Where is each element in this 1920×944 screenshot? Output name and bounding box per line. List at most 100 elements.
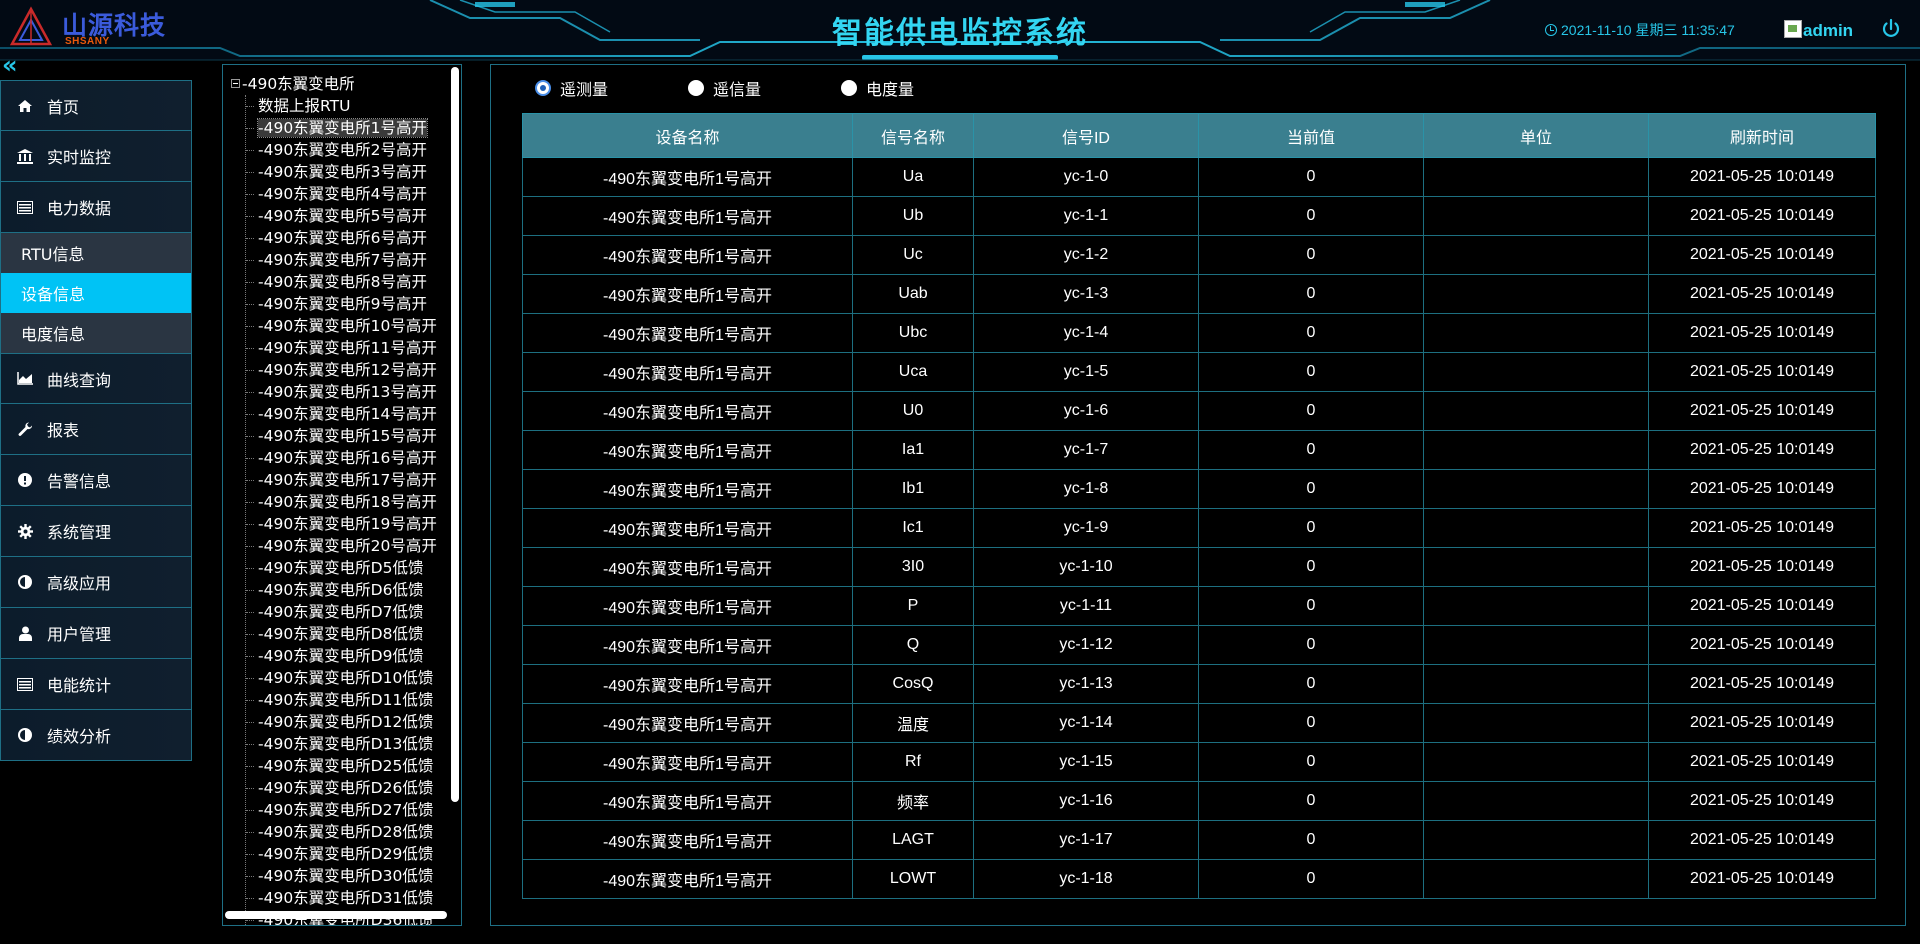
table-row[interactable]: -490东翼变电所1号高开 LOWT yc-1-18 0 2021-05-25 10:0… [522, 859, 1876, 899]
tree-node[interactable]: -490东翼变电所5号高开 [246, 205, 437, 227]
tree-node[interactable]: -490东翼变电所D5低馈 [246, 557, 437, 579]
unit-cell [1423, 625, 1649, 665]
tree-node[interactable]: -490东翼变电所12号高开 [246, 359, 437, 381]
sidebar-item-system[interactable]: 系统管理 [0, 506, 192, 557]
sidebar-item-energy-stats[interactable]: 电能统计 [0, 659, 192, 710]
tree-node[interactable]: -490东翼变电所D28低馈 [246, 821, 437, 843]
sidebar-subitem-device[interactable]: 设备信息 [0, 273, 192, 313]
unit-cell [1423, 430, 1649, 470]
table-row[interactable]: -490东翼变电所1号高开 Qyc-1-12 0 2021-05-25 10:0149 [522, 625, 1876, 665]
tree-node[interactable]: -490东翼变电所D29低馈 [246, 843, 437, 865]
tree-horizontal-scrollbar[interactable] [225, 911, 447, 919]
collapse-sidebar-button[interactable]: « [2, 53, 28, 77]
tree-node[interactable]: -490东翼变电所D7低馈 [246, 601, 437, 623]
table-row[interactable]: -490东翼变电所1号高开 Ua yc-1-0 0 2021-05-25 10:0149 [522, 157, 1876, 197]
current-value-cell: 0 [1198, 430, 1424, 470]
column-header-signal-name: 信号名称 [852, 113, 974, 158]
tree-node[interactable]: -490东翼变电所D12低馈 [246, 711, 437, 733]
table-row[interactable]: -490东翼变电所1号高开 Ubc yc-1-4 0 2021-05-25 10:014… [522, 313, 1876, 353]
table-row[interactable]: -490东翼变电所1号高开 Uca yc-1-5 0 2021-05-25 10:014… [522, 352, 1876, 392]
sidebar-subitem-rtu[interactable]: RTU信息 [0, 233, 192, 273]
device-name-cell: -490东翼变电所1号高开 [522, 313, 853, 353]
signal-name-cell: Uab [852, 274, 974, 314]
tree-node-label: -490东翼变电所D10低馈 [258, 669, 434, 687]
table-row[interactable]: -490东翼变电所1号高开 3I0 yc-1-10 0 2021-05-25 10:01… [522, 547, 1876, 587]
table-row[interactable]: -490东翼变电所1号高开 CosQ yc-1-13 0 2021-05-25 10:0… [522, 664, 1876, 704]
tree-node[interactable]: -490东翼变电所D9低馈 [246, 645, 437, 667]
table-row[interactable]: -490东翼变电所1号高开 LAGT yc-1-17 0 2021-05-25 10:0… [522, 820, 1876, 860]
radio-indicator[interactable] [688, 80, 705, 96]
table-row[interactable]: -490东翼变电所1号高开 Ia1 yc-1-7 0 2021-05-25 10:014… [522, 430, 1876, 470]
tree-node[interactable]: -490东翼变电所D10低馈 [246, 667, 437, 689]
tree-node[interactable]: -490东翼变电所2号高开 [246, 139, 437, 161]
tree-vertical-scrollbar[interactable] [451, 67, 459, 802]
table-row[interactable]: -490东翼变电所1号高开 Uc yc-1-2 0 2021-05-25 10:0149 [522, 235, 1876, 275]
collapse-toggle-icon[interactable] [231, 79, 240, 88]
signal-id-cell: yc-1-16 [973, 781, 1199, 821]
tree-node[interactable]: -490东翼变电所D6低馈 [246, 579, 437, 601]
refresh-time-cell: 2021-05-25 10:0149 [1648, 157, 1876, 197]
tree-node[interactable]: -490东翼变电所D30低馈 [246, 865, 437, 887]
radio-indicator[interactable] [535, 80, 551, 96]
sidebar-item-alarm[interactable]: 告警信息 [0, 455, 192, 506]
radio-indicator[interactable] [841, 80, 858, 96]
tree-node[interactable]: -490东翼变电所9号高开 [246, 293, 437, 315]
unit-cell [1423, 664, 1649, 704]
tree-node[interactable]: -490东翼变电所17号高开 [246, 469, 437, 491]
tree-node[interactable]: -490东翼变电所D25低馈 [246, 755, 437, 777]
table-row[interactable]: -490东翼变电所1号高开 Ic1 yc-1-9 0 2021-05-25 10:014… [522, 508, 1876, 548]
sidebar-item-curve[interactable]: 曲线查询 [0, 353, 192, 404]
table-row[interactable]: -490东翼变电所1号高开 温度 yc-1-14 0 2021-05-25 10:014… [522, 703, 1876, 743]
tree-node[interactable]: -490东翼变电所18号高开 [246, 491, 437, 513]
tree-node[interactable]: -490东翼变电所D26低馈 [246, 777, 437, 799]
sidebar-item-users[interactable]: 用户管理 [0, 608, 192, 659]
sidebar-item-realtime[interactable]: 实时监控 [0, 131, 192, 182]
table-row[interactable]: -490东翼变电所1号高开 Ub yc-1-1 0 2021-05-25 10:0149 [522, 196, 1876, 236]
tree-node[interactable]: -490东翼变电所11号高开 [246, 337, 437, 359]
table-row[interactable]: -490东翼变电所1号高开 Pyc-1-11 0 2021-05-25 10:0149 [522, 586, 1876, 626]
table-row[interactable]: -490东翼变电所1号高开 Ib1 yc-1-8 0 2021-05-25 10:014… [522, 469, 1876, 509]
sidebar-item-power-data[interactable]: 电力数据 [0, 182, 192, 233]
refresh-time-cell: 2021-05-25 10:0149 [1648, 664, 1876, 704]
sidebar-item-advanced[interactable]: 高级应用 [0, 557, 192, 608]
tree-root[interactable]: -490东翼变电所 [231, 73, 437, 95]
table-row[interactable]: -490东翼变电所1号高开 Uab yc-1-3 0 2021-05-25 10:014… [522, 274, 1876, 314]
user-menu[interactable]: admin [1784, 20, 1853, 41]
table-row[interactable]: -490东翼变电所1号高开 U0 yc-1-6 0 2021-05-25 10:0149 [522, 391, 1876, 431]
tree-node[interactable]: -490东翼变电所14号高开 [246, 403, 437, 425]
sidebar-item-report[interactable]: 报表 [0, 404, 192, 455]
tree-node[interactable]: -490东翼变电所D27低馈 [246, 799, 437, 821]
tree-node[interactable]: -490东翼变电所D8低馈 [246, 623, 437, 645]
sidebar-item-performance[interactable]: 绩效分析 [0, 710, 192, 761]
tree-node[interactable]: -490东翼变电所1号高开 [246, 117, 437, 139]
tree-node[interactable]: -490东翼变电所10号高开 [246, 315, 437, 337]
tree-node[interactable]: -490东翼变电所13号高开 [246, 381, 437, 403]
tree-node[interactable]: -490东翼变电所D13低馈 [246, 733, 437, 755]
tree-node[interactable]: -490东翼变电所D31低馈 [246, 887, 437, 909]
tree-node[interactable]: -490东翼变电所15号高开 [246, 425, 437, 447]
tree-node[interactable]: -490东翼变电所20号高开 [246, 535, 437, 557]
table-row[interactable]: -490东翼变电所1号高开 Rf yc-1-15 0 2021-05-25 10:014… [522, 742, 1876, 782]
column-header-unit: 单位 [1423, 113, 1649, 158]
radio-telesignal[interactable]: 遥信量 [688, 77, 761, 99]
sidebar-item-label: 高级应用 [47, 574, 112, 593]
sidebar-item-home[interactable]: 首页 [0, 80, 192, 131]
tree-node[interactable]: -490东翼变电所D11低馈 [246, 689, 437, 711]
radio-telemetry[interactable]: 遥测量 [535, 77, 608, 99]
tree-node[interactable]: -490东翼变电所16号高开 [246, 447, 437, 469]
current-value-cell: 0 [1198, 703, 1424, 743]
power-icon[interactable] [1880, 18, 1902, 40]
sidebar-subitem-energy[interactable]: 电度信息 [0, 313, 192, 353]
tree-node[interactable]: -490东翼变电所7号高开 [246, 249, 437, 271]
tree-node[interactable]: -490东翼变电所6号高开 [246, 227, 437, 249]
signal-name-cell: 频率 [852, 781, 974, 821]
device-name-cell: -490东翼变电所1号高开 [522, 157, 853, 197]
tree-node[interactable]: -490东翼变电所3号高开 [246, 161, 437, 183]
radio-energy[interactable]: 电度量 [841, 77, 914, 99]
tree-node[interactable]: -490东翼变电所19号高开 [246, 513, 437, 535]
tree-node[interactable]: -490东翼变电所4号高开 [246, 183, 437, 205]
alert-icon [17, 472, 33, 488]
table-row[interactable]: -490东翼变电所1号高开 频率 yc-1-16 0 2021-05-25 10:014… [522, 781, 1876, 821]
tree-node-rtu[interactable]: 数据上报RTU [246, 95, 437, 117]
tree-node[interactable]: -490东翼变电所8号高开 [246, 271, 437, 293]
